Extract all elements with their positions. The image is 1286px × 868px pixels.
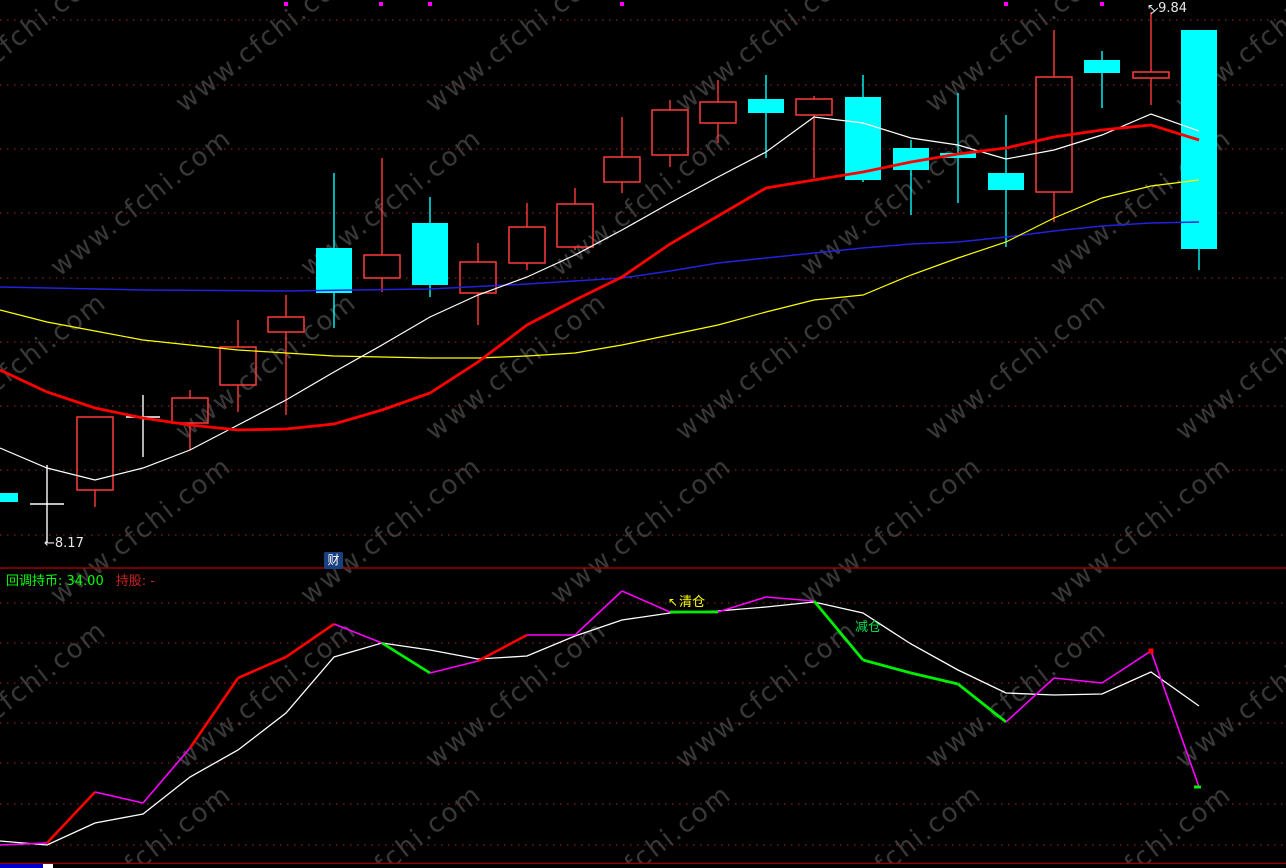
candle-up xyxy=(699,101,737,124)
chart-canvas[interactable] xyxy=(0,0,1286,868)
indicator-fast-segment-magenta xyxy=(1053,677,1103,684)
indicator-fast-segment-green xyxy=(862,658,912,675)
top-signal-marker xyxy=(379,2,383,6)
candle-up xyxy=(76,416,114,491)
ma-line-blue xyxy=(0,221,1200,292)
arrow-up-left-icon: ↖ xyxy=(1147,1,1158,15)
indicator-fast-segment-green xyxy=(381,641,431,675)
candle-up xyxy=(363,254,401,279)
candle-up xyxy=(171,397,209,424)
reduce-position-text: 减仓 xyxy=(855,620,882,635)
candle-down xyxy=(988,173,1024,190)
ma-line-red xyxy=(0,123,1200,432)
indicator-fast-segment-red xyxy=(285,622,335,659)
indicator-holding-value: 持股: - xyxy=(115,574,155,589)
indicator-fast-segment-red xyxy=(46,791,96,844)
high-price-value: 9.84 xyxy=(1158,1,1188,16)
indicator-fast-segment-red xyxy=(237,655,287,680)
indicator-cash-value: 回调持币: 34.00 xyxy=(6,574,104,589)
indicator-fast-segment-magenta xyxy=(1150,650,1200,788)
sell-signal-dot xyxy=(1148,648,1154,654)
clear-position-annotation: ↖清仓 xyxy=(668,591,705,610)
indicator-fast-segment-magenta xyxy=(1101,650,1152,684)
indicator-fast-segment-green xyxy=(910,671,959,686)
candle-up xyxy=(651,109,689,156)
arrow-up-left-icon: ↖ xyxy=(668,595,679,609)
top-signal-marker xyxy=(284,2,288,6)
candle-up xyxy=(219,346,257,386)
candle-up xyxy=(795,98,833,116)
indicator-tab-cai[interactable]: 财 xyxy=(324,552,343,569)
indicator-fast-segment-magenta xyxy=(94,791,144,804)
ma-line-yellow xyxy=(0,179,1200,359)
candle-up xyxy=(603,156,641,183)
high-price-label: ↖9.84 xyxy=(1147,1,1187,16)
candle-up xyxy=(508,226,546,264)
candle-down xyxy=(748,99,784,113)
indicator-fast-segment-magenta xyxy=(621,590,671,613)
clear-position-text: 清仓 xyxy=(679,595,706,610)
indicator-fast-segment-magenta xyxy=(333,623,383,644)
candle-down xyxy=(1084,60,1120,73)
low-price-value: 8.17 xyxy=(54,536,84,551)
edge-candle xyxy=(0,493,18,502)
candle-down xyxy=(412,223,448,285)
indicator-fast-segment-magenta xyxy=(1005,677,1055,723)
candle-up xyxy=(556,203,594,248)
reduce-position-annotation: 减仓 xyxy=(855,616,881,635)
bottom-scroll-thumb[interactable] xyxy=(43,864,53,868)
bottom-strip xyxy=(0,864,1286,868)
top-signal-marker xyxy=(620,2,624,6)
top-signal-marker xyxy=(1004,2,1008,6)
bottom-scroll-bar[interactable] xyxy=(0,864,43,868)
ma-line-white xyxy=(0,113,1200,481)
low-price-label: ←8.17 xyxy=(44,536,84,551)
indicator-slow-line xyxy=(0,601,1200,846)
sub-indicator-header: 回调持币: 34.00 持股: - xyxy=(6,570,155,589)
top-signal-marker xyxy=(1100,2,1104,6)
candle-down xyxy=(845,97,881,180)
indicator-fast-segment-magenta xyxy=(717,596,767,613)
candle-down xyxy=(316,248,352,293)
candle-up xyxy=(267,316,305,333)
stock-chart-app: www.cfchi.com www.cfchi.com www.cfchi.com w… xyxy=(0,0,1286,868)
arrow-left-icon: ← xyxy=(44,536,55,551)
top-signal-marker xyxy=(428,2,432,6)
indicator-fast-segment-magenta xyxy=(429,660,479,674)
indicator-fast-segment-magenta xyxy=(765,596,815,602)
indicator-fast-segment-red xyxy=(188,677,240,749)
candle-up xyxy=(1132,71,1170,79)
